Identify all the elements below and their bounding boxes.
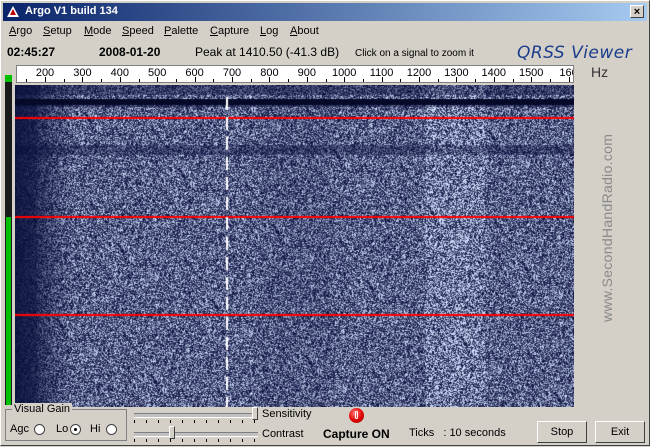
ruler-tick [138, 79, 140, 82]
app-icon [7, 6, 19, 17]
frequency-unit: Hz [591, 64, 609, 80]
ruler-tick [531, 77, 533, 82]
ruler-tick [419, 77, 420, 82]
ruler-tick [250, 79, 252, 82]
control-panel: Visual Gain Agc Lo Hi Sensitivity Contra… [1, 403, 650, 447]
ruler-tick [26, 79, 28, 82]
menu-bar: Argo Setup Mode Speed Palette Capture Lo… [3, 23, 647, 41]
waterfall-canvas[interactable] [15, 85, 574, 407]
app-window: Argo V1 build 134 × Argo Setup Mode Spee… [0, 0, 650, 446]
ruler-label: 160 [559, 67, 573, 79]
ruler-tick [437, 79, 439, 82]
ruler-tick [119, 77, 121, 82]
zoom-hint: Click on a signal to zoom it [355, 48, 474, 59]
hi-label: Hi [90, 423, 101, 435]
menu-about[interactable]: About [290, 25, 319, 37]
ruler-tick [157, 77, 159, 82]
ruler-tick [493, 77, 495, 82]
ticks-readout: Ticks : 10 seconds [409, 427, 506, 439]
sensitivity-track [134, 413, 258, 418]
level-indicator-icon [5, 75, 12, 82]
contrast-label: Contrast [262, 428, 304, 440]
ruler-tick [232, 77, 233, 82]
contrast-slider[interactable] [134, 426, 258, 442]
ruler-tick [175, 79, 177, 82]
capture-status: Capture ON [323, 427, 390, 441]
agc-radio[interactable] [34, 424, 45, 435]
ruler-tick [381, 77, 383, 82]
lo-label: Lo [56, 423, 69, 435]
ruler-tick [288, 79, 290, 82]
time-readout: 02:45:27 [7, 45, 56, 59]
level-bar [6, 216, 11, 405]
agc-label: Agc [10, 423, 29, 435]
menu-mode[interactable]: Mode [84, 25, 112, 37]
ticks-label: Ticks [409, 427, 435, 439]
status-row: 02:45:27 2008-01-20 Peak at 1410.50 (-41… [1, 43, 650, 80]
contrast-ticks [134, 439, 258, 442]
ruler-tick [269, 77, 271, 82]
contrast-track [134, 432, 258, 437]
menu-log[interactable]: Log [260, 25, 278, 37]
ruler-tick [194, 77, 196, 82]
ruler-tick [568, 77, 570, 82]
signal-level-meter [5, 75, 12, 405]
stop-button[interactable]: Stop [537, 421, 587, 443]
sensitivity-thumb[interactable] [252, 407, 258, 420]
peak-readout: Peak at 1410.50 (-41.3 dB) [195, 45, 340, 59]
ruler-tick [213, 79, 215, 82]
ruler-tick [101, 79, 103, 82]
lo-radio[interactable] [70, 424, 81, 435]
ruler-tick [475, 79, 477, 82]
menu-setup[interactable]: Setup [43, 25, 72, 37]
visual-gain-label: Visual Gain [12, 403, 73, 415]
ruler-tick [362, 79, 364, 82]
frequency-ruler[interactable]: 200 300 400 500 600 700 800 900 1000 1100 1200 1300… [16, 65, 574, 83]
visual-gain-group: Visual Gain Agc Lo Hi [5, 403, 127, 441]
capture-record-icon [349, 408, 364, 423]
exit-button[interactable]: Exit [595, 421, 645, 443]
ruler-tick [63, 79, 65, 82]
ruler-tick [344, 77, 346, 82]
ruler-tick [400, 79, 402, 82]
sensitivity-ticks [134, 420, 258, 423]
brand-logo: QRSS Viewer [517, 43, 633, 63]
title-bar[interactable]: Argo V1 build 134 × [3, 3, 647, 21]
ticks-value: : 10 seconds [443, 427, 506, 439]
sensitivity-label: Sensitivity [262, 408, 312, 420]
menu-capture[interactable]: Capture [210, 25, 249, 37]
ruler-tick [45, 77, 46, 82]
ruler-tick [549, 79, 551, 82]
ruler-tick [82, 77, 84, 82]
hi-radio[interactable] [106, 424, 117, 435]
menu-speed[interactable]: Speed [122, 25, 154, 37]
contrast-thumb[interactable] [169, 426, 176, 439]
close-icon[interactable]: × [630, 5, 644, 18]
date-readout: 2008-01-20 [99, 45, 161, 59]
ruler-tick [325, 79, 327, 82]
menu-argo[interactable]: Argo [9, 25, 32, 37]
window-title: Argo V1 build 134 [25, 5, 118, 17]
ruler-tick [456, 77, 458, 82]
ruler-tick [512, 79, 514, 82]
sensitivity-slider[interactable] [134, 407, 258, 423]
watermark-text: www.SecondHandRadio.com [599, 133, 615, 323]
menu-palette[interactable]: Palette [164, 25, 198, 37]
waterfall-display[interactable] [15, 85, 574, 407]
ruler-tick [306, 77, 308, 82]
